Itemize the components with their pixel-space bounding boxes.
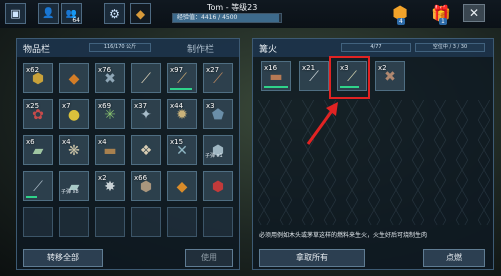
campfire-weight: 4/77 <box>341 43 411 52</box>
amber-resource-icon[interactable]: ⬢ 4 <box>389 2 411 25</box>
pointer-arrow <box>306 102 338 145</box>
inventory-slot[interactable]: ⟋ <box>131 63 161 93</box>
close-button[interactable]: ✕ <box>463 4 485 22</box>
inventory-slot-empty[interactable] <box>95 207 125 237</box>
use-button[interactable]: 使用 <box>185 249 233 267</box>
campfire-slot[interactable]: ▬ x16 <box>261 61 291 91</box>
inventory-slot[interactable]: ⬢ 子弹 x1 <box>203 135 233 165</box>
item-quantity: x2 <box>98 174 107 182</box>
item-quantity: x2 <box>378 64 387 72</box>
gift-count-badge: 1 <box>439 18 447 25</box>
item-quantity: x66 <box>134 174 148 182</box>
campfire-slot[interactable]: ✖ x2 <box>375 61 405 91</box>
inventory-slot[interactable]: ⟋ <box>23 171 53 201</box>
gift-box-icon[interactable]: 🎁 1 <box>430 2 452 25</box>
inventory-slot[interactable]: ● x7 <box>59 99 89 129</box>
character-tab-icon[interactable]: 👤 <box>38 3 59 24</box>
amber-count-badge: 4 <box>397 18 405 25</box>
inventory-slot[interactable]: ❖ <box>131 135 161 165</box>
inventory-title: 物品栏 <box>23 45 51 55</box>
inventory-slot[interactable]: ◆ <box>59 63 89 93</box>
campfire-slot[interactable]: ⟋ x21 <box>299 61 329 91</box>
inventory-slot[interactable]: ▰ x6 <box>23 135 53 165</box>
inventory-slot[interactable]: ◆ <box>167 171 197 201</box>
inventory-slot-empty[interactable] <box>23 207 53 237</box>
item-quantity: x4 <box>62 138 71 146</box>
inventory-slot[interactable]: ✕ x15 <box>167 135 197 165</box>
inventory-slot[interactable]: ✳ x69 <box>95 99 125 129</box>
item-quantity: x3 <box>206 102 215 110</box>
item-icon: ❖ <box>139 143 153 159</box>
item-icon: ⬢ <box>211 179 225 195</box>
item-label: 子弹 x8 <box>61 189 79 195</box>
item-quantity: x44 <box>170 102 184 110</box>
transfer-all-button[interactable]: 转移全部 <box>23 249 103 267</box>
inventory-tab-icon[interactable]: ▣ <box>5 3 26 24</box>
item-quantity: x25 <box>26 102 40 110</box>
tribe-tab-icon[interactable]: 👥 64 <box>61 3 82 24</box>
tribe-count-badge: 64 <box>72 17 80 24</box>
top-bar: ▣ 👤 👥 64 ⚙ ◆ Tom - 等级23 经验值：4416 / 4500 ⬢… <box>0 0 501 28</box>
durability-bar <box>170 88 192 90</box>
xp-text: 经验值：4416 / 4500 <box>177 14 238 21</box>
inventory-slot[interactable]: ✖ x76 <box>95 63 125 93</box>
item-quantity: x76 <box>98 66 112 74</box>
inventory-slot[interactable]: ⬢ x66 <box>131 171 161 201</box>
inventory-slot[interactable]: ✦ x37 <box>131 99 161 129</box>
player-name-level: Tom - 等级23 <box>207 3 258 12</box>
inventory-slot[interactable]: ✹ x44 <box>167 99 197 129</box>
inventory-panel: 物品栏 116/170 公斤 制作栏 转移全部 使用 ⬢ x62 ◆ ✖ x76 ⟋ ⟋ x9… <box>16 38 240 270</box>
inventory-slot-empty[interactable] <box>203 207 233 237</box>
settings-tab-icon[interactable]: ⚙ <box>104 3 125 24</box>
inventory-slot[interactable]: ▰ 子弹 x8 <box>59 171 89 201</box>
item-quantity: x27 <box>206 66 220 74</box>
highlight-box <box>329 56 370 99</box>
durability-bar <box>26 196 37 198</box>
item-quantity: x16 <box>264 64 278 72</box>
inventory-weight: 116/170 公斤 <box>89 43 151 52</box>
item-icon: ◆ <box>68 71 80 87</box>
item-quantity: x6 <box>26 138 35 146</box>
item-quantity: x4 <box>98 138 107 146</box>
item-icon: ◆ <box>176 179 188 195</box>
item-label: 子弹 x1 <box>205 153 223 159</box>
inventory-slot[interactable]: ⬢ <box>203 171 233 201</box>
inventory-slot[interactable]: ⟋ x97 <box>167 63 197 93</box>
campfire-hex-background <box>253 100 491 225</box>
engram-tab-icon[interactable]: ◆ <box>130 3 151 24</box>
take-all-button[interactable]: 拿取所有 <box>259 249 365 267</box>
item-quantity: x62 <box>26 66 40 74</box>
inventory-slot[interactable]: ⟋ x27 <box>203 63 233 93</box>
inventory-slot-empty[interactable] <box>59 207 89 237</box>
craft-tab[interactable]: 制作栏 <box>187 42 214 55</box>
ignite-button[interactable]: 点燃 <box>423 249 485 267</box>
inventory-slot[interactable]: ⬢ x62 <box>23 63 53 93</box>
inventory-slot-empty[interactable] <box>131 207 161 237</box>
campfire-status: 空位中 / 3 / 30 <box>415 43 485 52</box>
item-quantity: x15 <box>170 138 184 146</box>
inventory-slot[interactable]: ▬ x4 <box>95 135 125 165</box>
item-quantity: x37 <box>134 102 148 110</box>
inventory-slot-empty[interactable] <box>167 207 197 237</box>
item-quantity: x7 <box>62 102 71 110</box>
inventory-slot[interactable]: ✸ x2 <box>95 171 125 201</box>
item-quantity: x69 <box>98 102 112 110</box>
item-icon: ⟋ <box>33 179 43 195</box>
inventory-slot[interactable]: ⬟ x3 <box>203 99 233 129</box>
xp-bar: 经验值：4416 / 4500 <box>172 13 282 23</box>
item-quantity: x21 <box>302 64 316 72</box>
inventory-slot[interactable]: ✿ x25 <box>23 99 53 129</box>
item-quantity: x97 <box>170 66 184 74</box>
durability-bar <box>264 86 288 88</box>
campfire-title: 篝火 <box>259 45 278 55</box>
inventory-slot[interactable]: ❋ x4 <box>59 135 89 165</box>
campfire-hint-text: 必须用例如木头或茅草这样的燃料来生火，火生好后可烧制生肉 <box>259 232 428 239</box>
item-icon: ⟋ <box>141 71 151 87</box>
